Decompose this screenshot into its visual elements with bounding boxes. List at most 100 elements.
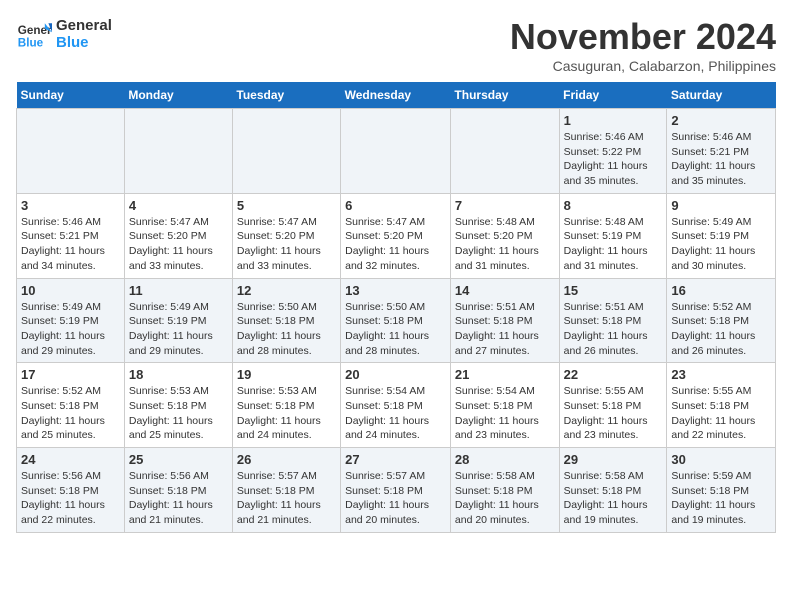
day-cell: 7 Sunrise: 5:48 AM Sunset: 5:20 PM Daylig… — [450, 193, 559, 278]
day-cell: 11 Sunrise: 5:49 AM Sunset: 5:19 PM Dayli… — [124, 278, 232, 363]
day-info: Sunrise: 5:53 AM Sunset: 5:18 PM Dayligh… — [237, 384, 336, 443]
page-header: General Blue General Blue November 2024 … — [16, 16, 776, 74]
day-number: 12 — [237, 283, 336, 298]
day-cell: 14Sunrise: 5:51 AM Sunset: 5:18 PM Dayli… — [450, 278, 559, 363]
day-number: 9 — [671, 198, 771, 213]
day-info: Sunrise: 5:51 AM Sunset: 5:18 PM Dayligh… — [564, 300, 663, 359]
day-cell: 5 Sunrise: 5:47 AM Sunset: 5:20 PM Daylig… — [232, 193, 340, 278]
week-row-1: 1 Sunrise: 5:46 AM Sunset: 5:22 PM Daylig… — [17, 109, 776, 194]
day-cell — [450, 109, 559, 194]
day-info: Sunrise: 5:49 AM Sunset: 5:19 PM Dayligh… — [671, 215, 771, 274]
day-number: 8 — [564, 198, 663, 213]
day-cell: 21 Sunrise: 5:54 AM Sunset: 5:18 PM Dayli… — [450, 363, 559, 448]
month-title: November 2024 — [510, 16, 776, 58]
weekday-header-thursday: Thursday — [450, 82, 559, 109]
day-number: 27 — [345, 452, 446, 467]
day-cell: 25 Sunrise: 5:56 AM Sunset: 5:18 PM Dayli… — [124, 448, 232, 533]
week-row-2: 3 Sunrise: 5:46 AM Sunset: 5:21 PM Daylig… — [17, 193, 776, 278]
day-cell — [232, 109, 340, 194]
day-cell: 6 Sunrise: 5:47 AM Sunset: 5:20 PM Daylig… — [341, 193, 451, 278]
logo: General Blue General Blue — [16, 16, 112, 52]
day-cell: 29 Sunrise: 5:58 AM Sunset: 5:18 PM Dayli… — [559, 448, 667, 533]
day-number: 5 — [237, 198, 336, 213]
week-row-5: 24Sunrise: 5:56 AM Sunset: 5:18 PM Dayli… — [17, 448, 776, 533]
day-info: Sunrise: 5:47 AM Sunset: 5:20 PM Dayligh… — [345, 215, 446, 274]
day-number: 18 — [129, 367, 228, 382]
day-info: Sunrise: 5:53 AM Sunset: 5:18 PM Dayligh… — [129, 384, 228, 443]
day-info: Sunrise: 5:56 AM Sunset: 5:18 PM Dayligh… — [129, 469, 228, 528]
day-number: 6 — [345, 198, 446, 213]
day-info: Sunrise: 5:47 AM Sunset: 5:20 PM Dayligh… — [129, 215, 228, 274]
day-cell: 26 Sunrise: 5:57 AM Sunset: 5:18 PM Dayli… — [232, 448, 340, 533]
day-info: Sunrise: 5:54 AM Sunset: 5:18 PM Dayligh… — [455, 384, 555, 443]
day-number: 15 — [564, 283, 663, 298]
day-cell: 4Sunrise: 5:47 AM Sunset: 5:20 PM Daylig… — [124, 193, 232, 278]
day-cell: 28 Sunrise: 5:58 AM Sunset: 5:18 PM Dayli… — [450, 448, 559, 533]
day-cell: 16Sunrise: 5:52 AM Sunset: 5:18 PM Dayli… — [667, 278, 776, 363]
day-number: 25 — [129, 452, 228, 467]
day-cell: 12 Sunrise: 5:50 AM Sunset: 5:18 PM Dayli… — [232, 278, 340, 363]
day-cell: 30 Sunrise: 5:59 AM Sunset: 5:18 PM Dayli… — [667, 448, 776, 533]
day-cell: 17 Sunrise: 5:52 AM Sunset: 5:18 PM Dayli… — [17, 363, 125, 448]
day-info: Sunrise: 5:59 AM Sunset: 5:18 PM Dayligh… — [671, 469, 771, 528]
day-number: 3 — [21, 198, 120, 213]
day-number: 29 — [564, 452, 663, 467]
day-cell: 2Sunrise: 5:46 AM Sunset: 5:21 PM Daylig… — [667, 109, 776, 194]
day-info: Sunrise: 5:55 AM Sunset: 5:18 PM Dayligh… — [671, 384, 771, 443]
day-info: Sunrise: 5:55 AM Sunset: 5:18 PM Dayligh… — [564, 384, 663, 443]
logo-general: General — [56, 17, 112, 34]
day-info: Sunrise: 5:52 AM Sunset: 5:18 PM Dayligh… — [671, 300, 771, 359]
day-number: 19 — [237, 367, 336, 382]
day-cell: 1 Sunrise: 5:46 AM Sunset: 5:22 PM Daylig… — [559, 109, 667, 194]
day-info: Sunrise: 5:54 AM Sunset: 5:18 PM Dayligh… — [345, 384, 446, 443]
day-info: Sunrise: 5:56 AM Sunset: 5:18 PM Dayligh… — [21, 469, 120, 528]
day-info: Sunrise: 5:57 AM Sunset: 5:18 PM Dayligh… — [345, 469, 446, 528]
day-cell: 15 Sunrise: 5:51 AM Sunset: 5:18 PM Dayli… — [559, 278, 667, 363]
location: Casuguran, Calabarzon, Philippines — [510, 58, 776, 74]
day-number: 22 — [564, 367, 663, 382]
weekday-header-friday: Friday — [559, 82, 667, 109]
day-info: Sunrise: 5:50 AM Sunset: 5:18 PM Dayligh… — [237, 300, 336, 359]
day-number: 21 — [455, 367, 555, 382]
week-row-3: 10 Sunrise: 5:49 AM Sunset: 5:19 PM Dayli… — [17, 278, 776, 363]
day-info: Sunrise: 5:47 AM Sunset: 5:20 PM Dayligh… — [237, 215, 336, 274]
day-info: Sunrise: 5:48 AM Sunset: 5:20 PM Dayligh… — [455, 215, 555, 274]
day-number: 28 — [455, 452, 555, 467]
day-cell: 24Sunrise: 5:56 AM Sunset: 5:18 PM Dayli… — [17, 448, 125, 533]
day-number: 17 — [21, 367, 120, 382]
day-number: 26 — [237, 452, 336, 467]
weekday-header-sunday: Sunday — [17, 82, 125, 109]
logo-blue: Blue — [56, 34, 112, 51]
day-info: Sunrise: 5:49 AM Sunset: 5:19 PM Dayligh… — [129, 300, 228, 359]
day-cell: 13 Sunrise: 5:50 AM Sunset: 5:18 PM Dayli… — [341, 278, 451, 363]
day-number: 2 — [671, 113, 771, 128]
day-number: 30 — [671, 452, 771, 467]
day-cell: 27 Sunrise: 5:57 AM Sunset: 5:18 PM Dayli… — [341, 448, 451, 533]
day-cell: 10 Sunrise: 5:49 AM Sunset: 5:19 PM Dayli… — [17, 278, 125, 363]
day-cell — [341, 109, 451, 194]
weekday-header-wednesday: Wednesday — [341, 82, 451, 109]
day-info: Sunrise: 5:58 AM Sunset: 5:18 PM Dayligh… — [564, 469, 663, 528]
day-number: 11 — [129, 283, 228, 298]
day-number: 14 — [455, 283, 555, 298]
day-number: 20 — [345, 367, 446, 382]
day-cell: 9 Sunrise: 5:49 AM Sunset: 5:19 PM Daylig… — [667, 193, 776, 278]
day-info: Sunrise: 5:57 AM Sunset: 5:18 PM Dayligh… — [237, 469, 336, 528]
day-info: Sunrise: 5:58 AM Sunset: 5:18 PM Dayligh… — [455, 469, 555, 528]
day-number: 7 — [455, 198, 555, 213]
weekday-header-row: SundayMondayTuesdayWednesdayThursdayFrid… — [17, 82, 776, 109]
day-cell: 19 Sunrise: 5:53 AM Sunset: 5:18 PM Dayli… — [232, 363, 340, 448]
day-cell — [17, 109, 125, 194]
day-number: 1 — [564, 113, 663, 128]
day-cell: 18 Sunrise: 5:53 AM Sunset: 5:18 PM Dayli… — [124, 363, 232, 448]
weekday-header-saturday: Saturday — [667, 82, 776, 109]
day-number: 10 — [21, 283, 120, 298]
day-info: Sunrise: 5:46 AM Sunset: 5:22 PM Dayligh… — [564, 130, 663, 189]
day-info: Sunrise: 5:49 AM Sunset: 5:19 PM Dayligh… — [21, 300, 120, 359]
day-info: Sunrise: 5:48 AM Sunset: 5:19 PM Dayligh… — [564, 215, 663, 274]
day-info: Sunrise: 5:50 AM Sunset: 5:18 PM Dayligh… — [345, 300, 446, 359]
day-info: Sunrise: 5:52 AM Sunset: 5:18 PM Dayligh… — [21, 384, 120, 443]
day-info: Sunrise: 5:46 AM Sunset: 5:21 PM Dayligh… — [21, 215, 120, 274]
day-number: 13 — [345, 283, 446, 298]
day-cell: 3 Sunrise: 5:46 AM Sunset: 5:21 PM Daylig… — [17, 193, 125, 278]
